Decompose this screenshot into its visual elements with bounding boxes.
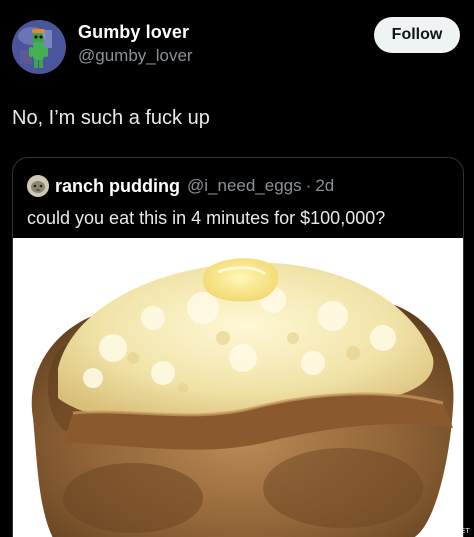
gumby-avatar-icon[interactable] — [12, 20, 66, 74]
quoted-tweet-text: could you eat this in 4 minutes for $100… — [27, 208, 386, 228]
follow-button[interactable]: Follow — [374, 17, 460, 53]
watermark: GAGNER.NET — [422, 527, 470, 535]
tweet-screenshot: Gumby lover @gumby_lover Follow No, I’m … — [0, 0, 474, 537]
author-block: Gumby lover @gumby_lover — [78, 21, 193, 67]
author-handle[interactable]: @gumby_lover — [78, 45, 193, 67]
author-display-name[interactable]: Gumby lover — [78, 21, 193, 43]
quoted-author-display-name[interactable]: ranch pudding — [55, 176, 180, 197]
quoted-tweet-age[interactable]: 2d — [315, 176, 334, 196]
ranch-pudding-avatar-icon[interactable] — [27, 175, 49, 197]
tweet-text: No, I’m such a fuck up — [12, 107, 210, 129]
baked-potato-photo[interactable] — [13, 238, 463, 537]
quoted-tweet-header: ranch pudding @i_need_eggs · 2d — [27, 174, 334, 198]
quoted-tweet-card[interactable]: ranch pudding @i_need_eggs · 2d could yo… — [12, 157, 464, 537]
tweet-header: Gumby lover @gumby_lover Follow — [0, 0, 474, 90]
quoted-separator-dot: · — [305, 176, 312, 195]
quoted-author-handle[interactable]: @i_need_eggs — [187, 176, 302, 196]
